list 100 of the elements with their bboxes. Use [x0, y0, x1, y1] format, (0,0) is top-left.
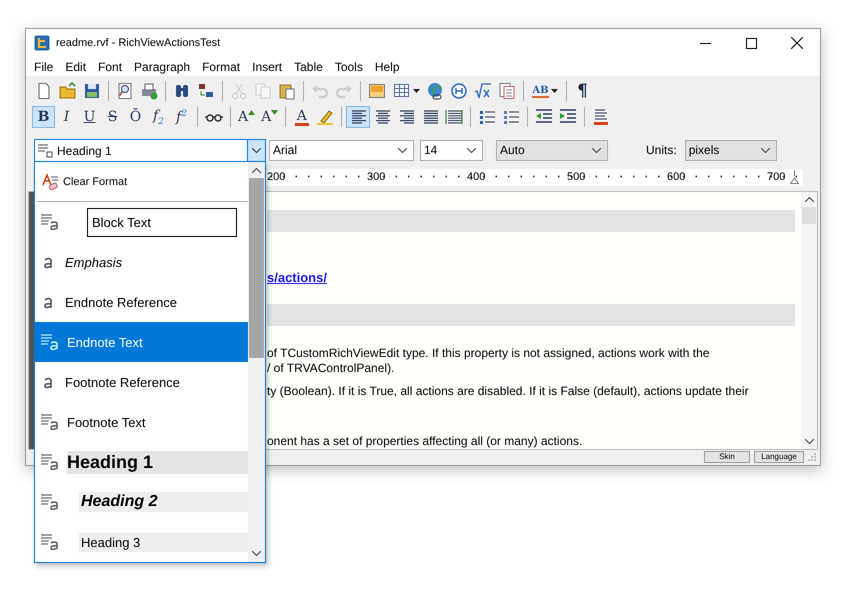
style-list-item[interactable]: Heading 3	[35, 522, 248, 562]
units-label: Units:	[646, 143, 677, 158]
format-button[interactable]: U	[78, 106, 101, 128]
justify-icon	[421, 108, 440, 126]
style-value: Heading 1	[57, 144, 112, 158]
format-button[interactable]: Ō	[124, 106, 147, 128]
size-dropdown[interactable]: 14	[420, 140, 483, 161]
style-list-item[interactable]: Footnote Text	[35, 402, 248, 442]
symbol-icon	[450, 82, 468, 100]
paragraph-style-icon	[41, 494, 59, 510]
style-list-item[interactable]: Heading 2	[35, 482, 248, 522]
style-dropdown[interactable]: Heading 1	[34, 139, 266, 162]
align-left-button[interactable]	[346, 106, 370, 128]
size-value: 14	[424, 143, 438, 158]
format-button[interactable]: I	[55, 106, 78, 128]
menu-item[interactable]: Tools	[328, 60, 369, 74]
menu-item[interactable]: Help	[368, 60, 406, 74]
style-list-item[interactable]: Endnote Text	[35, 322, 248, 362]
color-value: Auto	[500, 143, 525, 158]
undo-icon	[311, 82, 329, 100]
scrollbar-thumb[interactable]	[249, 178, 264, 358]
status-button[interactable]: Skin	[704, 451, 750, 464]
style-name: Footnote Reference	[65, 374, 180, 390]
ruler-number: 400	[467, 171, 486, 184]
chevron-down-icon	[398, 148, 407, 153]
style-list-item[interactable]: Heading 1	[35, 442, 248, 482]
scissors-icon	[230, 82, 248, 100]
paragraph-style-icon	[41, 454, 59, 470]
menu-item[interactable]: Insert	[246, 60, 288, 74]
distribute-icon	[445, 108, 464, 126]
menu-item[interactable]: Edit	[59, 60, 92, 74]
chevron-down-icon	[760, 148, 770, 153]
ruler-number: 700	[767, 171, 786, 184]
paragraph-style-icon	[41, 534, 59, 550]
style-name: Heading 1	[67, 450, 248, 474]
paragraph-style-icon	[41, 334, 59, 350]
menu-item[interactable]: Table	[288, 60, 329, 74]
list-scrollbar[interactable]	[248, 162, 265, 562]
align-center-icon	[373, 108, 392, 126]
format-button[interactable]: S	[101, 106, 124, 128]
font-dropdown[interactable]: Arial	[269, 140, 414, 161]
style-list-item[interactable]: Clear Format	[35, 162, 248, 201]
paragraph-style-icon	[41, 414, 59, 430]
document-text: ty (Boolean). If it is True, all actions are disabled. If it is False (default), actions update their	[267, 384, 749, 398]
units-value: pixels	[688, 143, 720, 158]
vertical-scrollbar[interactable]	[801, 192, 817, 449]
format-button[interactable]: f$_{2}$	[147, 106, 170, 128]
resize-grip-icon	[808, 453, 816, 462]
style-name: Emphasis	[65, 254, 122, 270]
style-list-item[interactable]: Endnote Reference	[35, 282, 248, 322]
up-arrow-icon	[248, 110, 256, 116]
paragraph-style-icon	[41, 214, 59, 230]
document-link[interactable]: s/actions/	[267, 270, 327, 285]
align-right-icon	[397, 108, 416, 126]
style-list-item[interactable]: Emphasis	[35, 242, 248, 282]
grow-font-button[interactable]: A	[235, 106, 258, 128]
picture-icon	[368, 82, 386, 100]
ruler-number: 300	[367, 171, 386, 184]
caret-icon	[412, 89, 420, 94]
dropdown-button[interactable]	[247, 140, 265, 161]
align-left-icon	[349, 108, 368, 126]
document-text: onent has a set of properties affecting all (or many) actions.	[267, 434, 582, 448]
document-text: / of TRVAControlPanel).	[267, 360, 394, 375]
style-name: Clear Format	[63, 176, 128, 188]
character-style-icon	[43, 255, 55, 269]
menu-item[interactable]: Font	[92, 60, 128, 74]
document-text: of TCustomRichViewEdit type. If this property is not assigned, actions work with the	[267, 346, 710, 360]
menu-item[interactable]: Format	[196, 60, 246, 74]
numbered-list-icon	[502, 108, 520, 126]
chevron-down-icon	[804, 438, 814, 444]
menu-item[interactable]: Paragraph	[128, 60, 196, 74]
color-dropdown[interactable]: Auto	[496, 140, 608, 161]
close-icon	[791, 37, 803, 49]
character-style-icon	[43, 295, 55, 309]
ruler-number: 500	[567, 171, 586, 184]
scrollbar-thumb[interactable]	[802, 206, 816, 224]
style-name: Block Text	[87, 208, 237, 236]
globe-icon	[426, 82, 444, 100]
ruler-number: 200	[267, 171, 286, 184]
pages-icon	[254, 82, 272, 100]
style-name: Endnote Reference	[65, 294, 178, 310]
status-button[interactable]: Language	[754, 451, 804, 464]
folder-icon	[59, 82, 77, 100]
style-list-item[interactable]: Footnote Reference	[35, 362, 248, 402]
units-dropdown[interactable]: pixels	[684, 140, 777, 161]
font-value: Arial	[273, 143, 298, 158]
shrink-font-button[interactable]: A	[258, 106, 282, 128]
caret-icon	[550, 89, 558, 94]
font-color-button[interactable]: A	[290, 106, 314, 128]
style-list-item[interactable]: Block Text	[35, 202, 248, 242]
menu-item[interactable]: File	[28, 60, 60, 74]
redo-icon	[335, 82, 353, 100]
border-icon	[592, 108, 610, 126]
clear-format-icon	[41, 172, 59, 190]
format-button[interactable]: f$^{2}$	[170, 106, 193, 128]
format-button[interactable]: B	[32, 106, 55, 128]
show-marks-button[interactable]: ¶	[571, 80, 594, 102]
spell-check-button[interactable]: AB	[528, 80, 562, 102]
document-icon	[498, 82, 516, 100]
paragraph-style-icon	[38, 144, 54, 158]
